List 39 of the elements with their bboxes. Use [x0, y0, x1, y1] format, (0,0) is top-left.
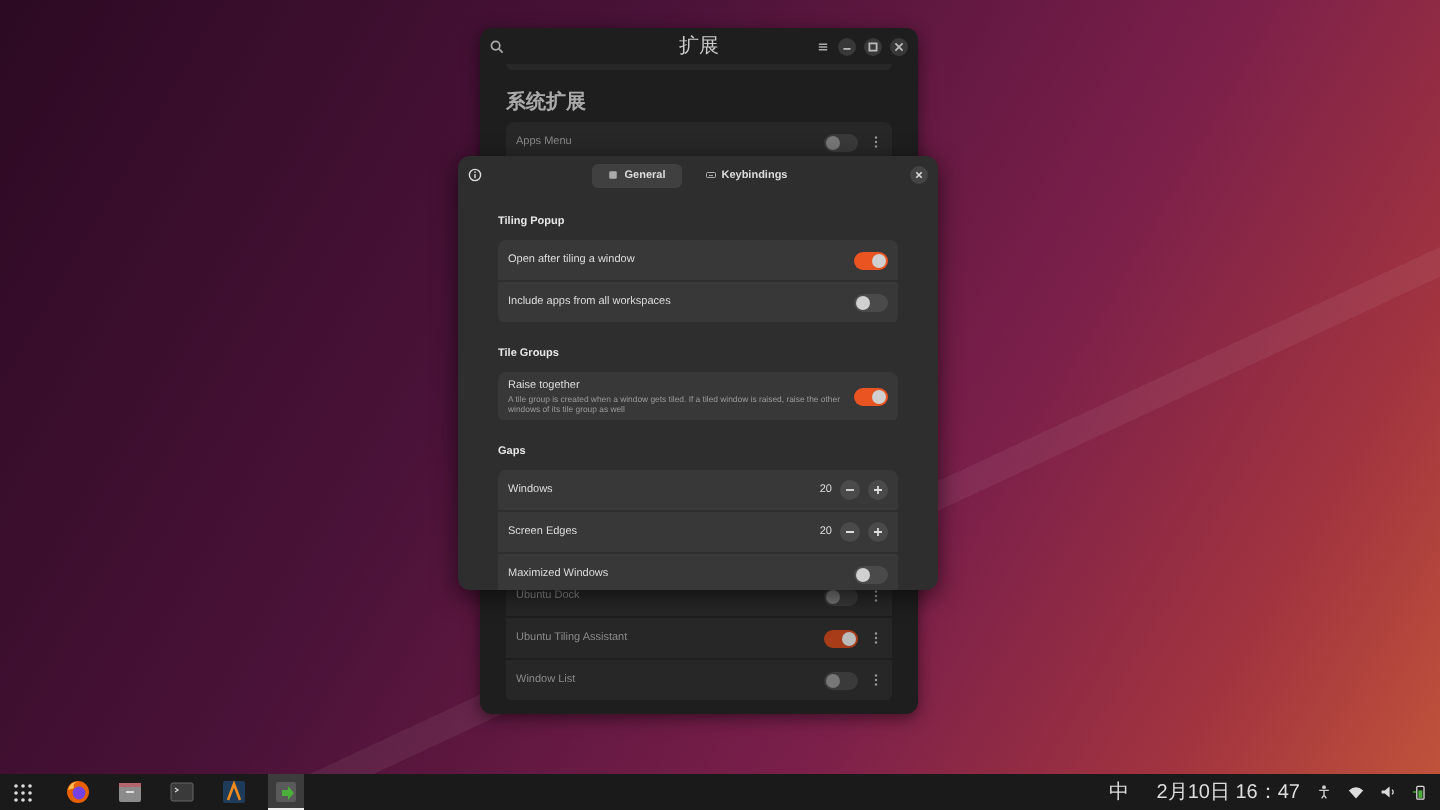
menu-icon[interactable]	[816, 39, 830, 53]
toggle-switch[interactable]	[824, 133, 858, 151]
close-button[interactable]	[910, 166, 928, 184]
battery-icon[interactable]	[1412, 784, 1428, 800]
terminal-icon	[170, 780, 194, 804]
close-icon	[890, 37, 908, 55]
folder-icon	[118, 780, 142, 804]
square-icon	[608, 170, 619, 180]
search-icon[interactable]	[490, 39, 504, 53]
clock[interactable]: 2月10日 16：47	[1156, 778, 1300, 806]
a-letter-icon	[222, 780, 246, 804]
increase-button[interactable]	[868, 480, 888, 500]
decrease-button[interactable]	[840, 480, 860, 500]
toggle-switch[interactable]	[854, 387, 888, 405]
toggle-switch[interactable]	[854, 251, 888, 269]
maximize-button[interactable]	[864, 37, 882, 55]
keyboard-icon	[705, 170, 716, 180]
toggle-switch[interactable]	[824, 629, 858, 647]
info-icon[interactable]	[468, 168, 482, 182]
volume-icon[interactable]	[1380, 784, 1396, 800]
toggle-switch[interactable]	[854, 293, 888, 311]
close-button[interactable]	[890, 37, 908, 55]
increase-button[interactable]	[868, 522, 888, 542]
toggle-switch[interactable]	[824, 671, 858, 689]
wifi-icon[interactable]	[1348, 784, 1364, 800]
app-grid-icon[interactable]	[14, 783, 32, 801]
input-method-indicator[interactable]: 中	[1108, 778, 1129, 806]
decrease-button[interactable]	[840, 522, 860, 542]
close-icon	[910, 166, 928, 184]
maximize-icon	[864, 37, 882, 55]
section-title: 系统扩展	[506, 92, 586, 116]
taskbar-app[interactable]	[268, 774, 304, 810]
plus-icon	[868, 522, 888, 542]
window-title: 扩展	[679, 33, 719, 60]
accessibility-icon[interactable]	[1316, 784, 1332, 800]
minimize-button[interactable]	[838, 37, 856, 55]
plus-icon	[868, 480, 888, 500]
toggle-switch[interactable]	[854, 565, 888, 583]
fox-globe-icon	[66, 780, 90, 804]
